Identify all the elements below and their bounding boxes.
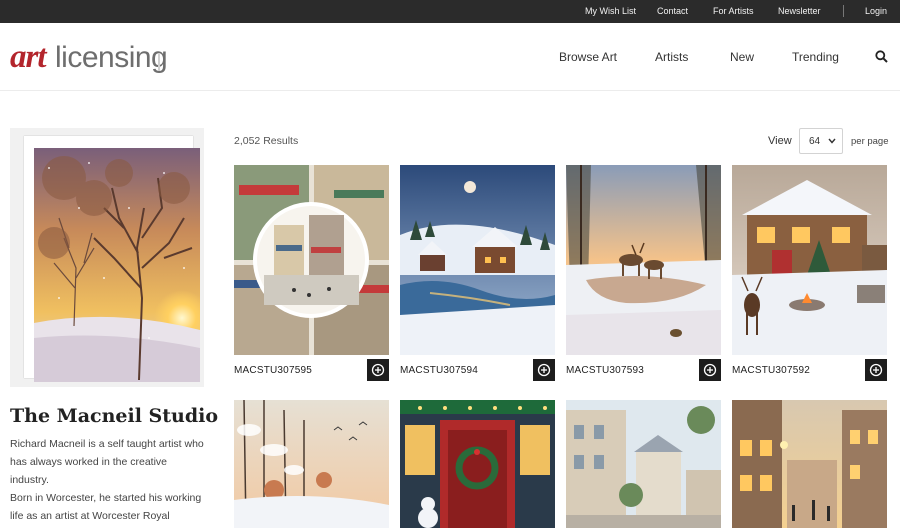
artwork-thumbnail[interactable] bbox=[732, 165, 887, 355]
village-street-painting bbox=[234, 165, 389, 355]
newsletter-link[interactable]: Newsletter bbox=[778, 6, 821, 16]
chevron-down-icon bbox=[828, 138, 836, 144]
artwork-thumbnail[interactable] bbox=[234, 165, 389, 355]
bio-line: life as an artist at Worcester Royal bbox=[10, 510, 170, 522]
nav-artists[interactable]: Artists bbox=[655, 50, 688, 64]
search-icon[interactable] bbox=[875, 50, 888, 63]
plus-circle-icon bbox=[537, 363, 551, 377]
utility-bar: My Wish List Contact For Artists Newslet… bbox=[0, 0, 900, 23]
evening-street-lights-painting bbox=[732, 400, 887, 528]
artwork-code: MACSTU307593 bbox=[566, 365, 644, 376]
snowy-village-river-painting bbox=[400, 165, 555, 355]
logo-art-text: art bbox=[10, 39, 47, 75]
add-to-wishlist-button[interactable] bbox=[699, 359, 721, 381]
artwork-thumbnail[interactable] bbox=[400, 165, 555, 355]
featured-sunset-tree-painting bbox=[34, 148, 200, 382]
add-to-wishlist-button[interactable] bbox=[533, 359, 555, 381]
artwork-code: MACSTU307594 bbox=[400, 365, 478, 376]
artwork-thumbnail[interactable] bbox=[566, 400, 721, 528]
paris-street-painting bbox=[566, 400, 721, 528]
artwork-code: MACSTU307595 bbox=[234, 365, 312, 376]
nav-browse-art[interactable]: Browse Art bbox=[559, 50, 617, 64]
artwork-thumbnail[interactable] bbox=[400, 400, 555, 528]
results-count: 2,052 Results bbox=[234, 135, 299, 147]
site-logo[interactable]: art licensing bbox=[10, 37, 168, 77]
logo-licensing-text: licensing bbox=[55, 41, 168, 74]
christmas-door-painting bbox=[400, 400, 555, 528]
add-to-wishlist-button[interactable] bbox=[865, 359, 887, 381]
for-artists-link[interactable]: For Artists bbox=[713, 6, 754, 16]
winter-forest-birds-painting bbox=[234, 400, 389, 528]
nav-new[interactable]: New bbox=[730, 50, 754, 64]
topbar-divider bbox=[843, 5, 844, 17]
view-label: View bbox=[768, 135, 792, 147]
artwork-frame bbox=[24, 136, 200, 382]
per-page-label: per page bbox=[851, 136, 889, 147]
featured-artwork[interactable] bbox=[10, 128, 204, 387]
artist-bio: Richard Macneil is a self taught artist … bbox=[10, 435, 210, 525]
bio-line: has always worked in the creative bbox=[10, 456, 167, 468]
login-link[interactable]: Login bbox=[865, 6, 887, 16]
per-page-value: 64 bbox=[809, 136, 821, 147]
bio-line: Born in Worcester, he started his workin… bbox=[10, 492, 202, 504]
artwork-thumbnail[interactable] bbox=[566, 165, 721, 355]
per-page-select[interactable]: 64 bbox=[799, 128, 843, 154]
bio-line: Richard Macneil is a self taught artist … bbox=[10, 438, 204, 450]
site-header: art licensing Browse Art Artists New Tre… bbox=[0, 23, 900, 91]
plus-circle-icon bbox=[703, 363, 717, 377]
wishlist-link[interactable]: My Wish List bbox=[585, 6, 636, 16]
artist-name-heading: The Macneil Studio bbox=[10, 405, 219, 427]
cottage-stag-painting bbox=[732, 165, 887, 355]
bio-line: industry. bbox=[10, 474, 49, 486]
nav-trending[interactable]: Trending bbox=[792, 50, 839, 64]
plus-circle-icon bbox=[869, 363, 883, 377]
contact-link[interactable]: Contact bbox=[657, 6, 688, 16]
artwork-code: MACSTU307592 bbox=[732, 365, 810, 376]
deer-sunset-lake-painting bbox=[566, 165, 721, 355]
artwork-thumbnail[interactable] bbox=[732, 400, 887, 528]
add-to-wishlist-button[interactable] bbox=[367, 359, 389, 381]
plus-circle-icon bbox=[371, 363, 385, 377]
logo-vertical-mark bbox=[158, 53, 160, 71]
artwork-thumbnail[interactable] bbox=[234, 400, 389, 528]
